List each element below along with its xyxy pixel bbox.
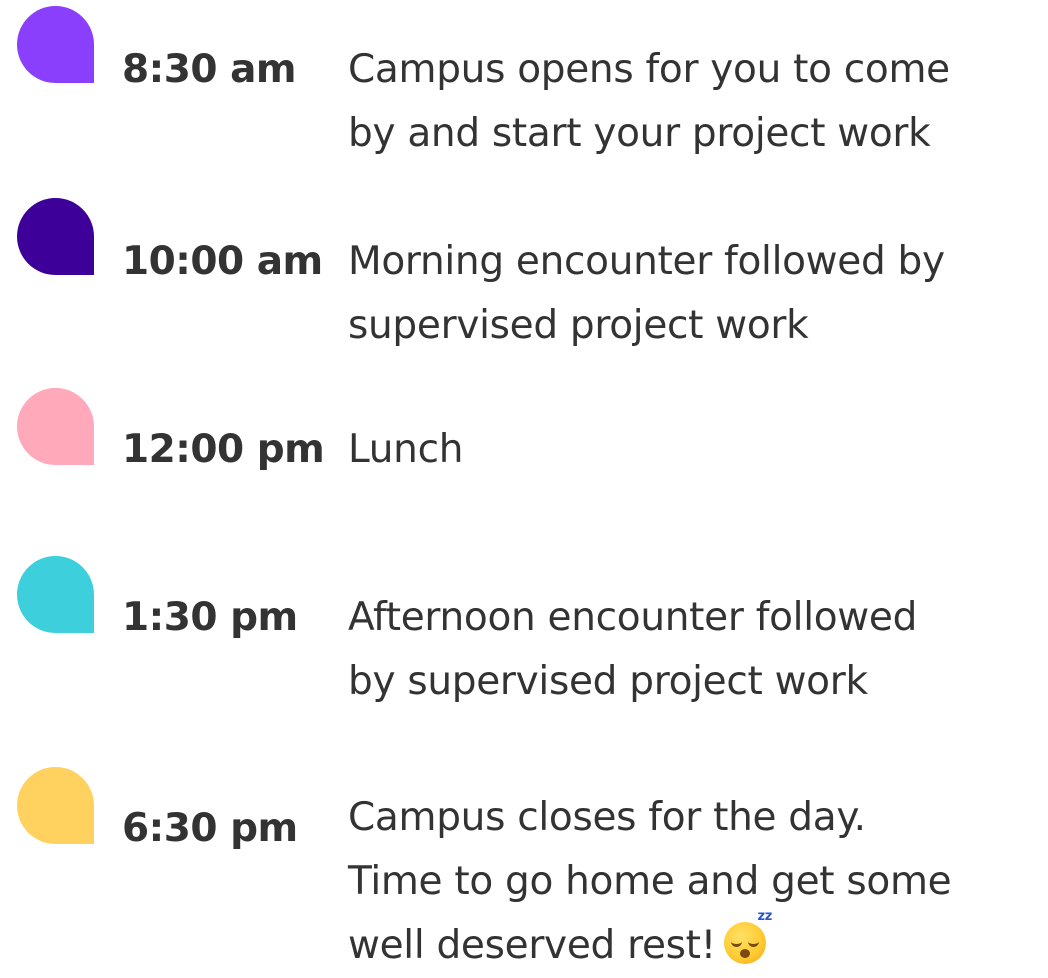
- entry-description: Campus opens for you to come by and star…: [348, 38, 1038, 166]
- description-line: Campus opens for you to come: [348, 47, 950, 92]
- description-line: Time to go home and get some: [348, 859, 952, 904]
- entry-description: Afternoon encounter followed by supervis…: [348, 586, 1038, 714]
- marker-icon: [17, 198, 94, 275]
- description-line: well deserved rest! zz: [348, 910, 1038, 978]
- marker-icon: [17, 767, 94, 844]
- description-line: Lunch: [348, 427, 464, 472]
- entry-time: 8:30 am: [122, 47, 297, 92]
- entry-time: 10:00 am: [122, 239, 323, 284]
- description-line: Campus closes for the day.: [348, 795, 866, 840]
- entry-description: Morning encounter followed by supervised…: [348, 230, 1038, 358]
- entry-time: 12:00 pm: [122, 427, 325, 472]
- daily-schedule: 8:30 am Campus opens for you to come by …: [0, 0, 1048, 968]
- entry-time: 1:30 pm: [122, 595, 298, 640]
- description-line-text: well deserved rest!: [348, 923, 716, 968]
- description-line: by supervised project work: [348, 659, 868, 704]
- marker-icon: [17, 556, 94, 633]
- entry-description: Lunch: [348, 418, 1038, 482]
- description-line: Afternoon encounter followed: [348, 595, 918, 640]
- marker-icon: [17, 388, 94, 465]
- entry-time: 6:30 pm: [122, 806, 298, 851]
- description-line: Morning encounter followed by: [348, 239, 945, 284]
- sleeping-face-icon: zz: [724, 910, 772, 964]
- marker-icon: [17, 6, 94, 83]
- description-line: supervised project work: [348, 303, 809, 348]
- entry-description: Campus closes for the day. Time to go ho…: [348, 786, 1038, 978]
- description-line: by and start your project work: [348, 111, 931, 156]
